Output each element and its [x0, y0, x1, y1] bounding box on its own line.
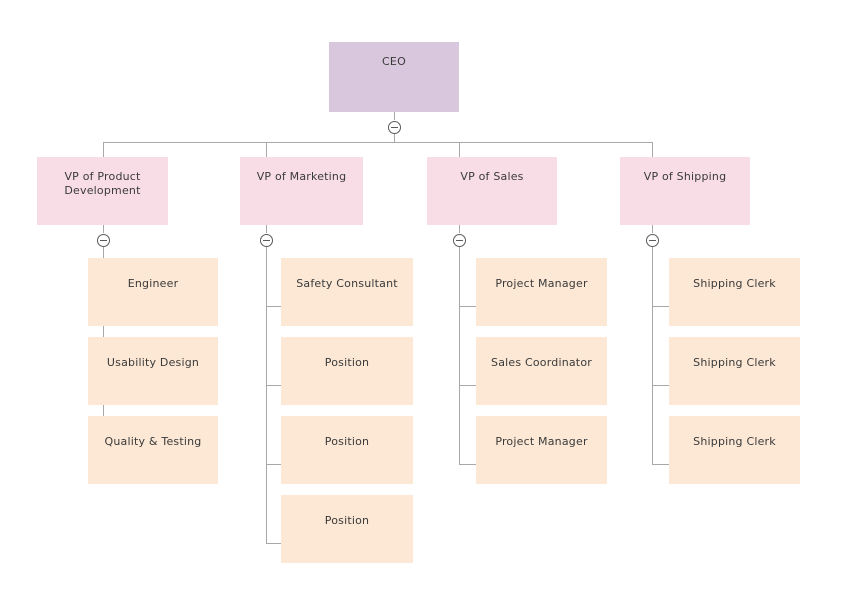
child-stub-3-1 [652, 385, 669, 386]
vp-drop-line-2 [459, 142, 460, 157]
node-position-1-3[interactable]: Position [281, 495, 413, 563]
node-position-3-0-label: Shipping Clerk [693, 277, 776, 290]
collapse-minus-icon-vp-1[interactable] [259, 233, 273, 247]
node-position-3-0[interactable]: Shipping Clerk [669, 258, 800, 326]
child-stub-1-2 [266, 464, 281, 465]
node-vp-3[interactable]: VP of Shipping [620, 157, 750, 225]
collapse-minus-icon-vp-2[interactable] [452, 233, 466, 247]
child-stub-3-0 [652, 306, 669, 307]
child-stub-2-1 [459, 385, 476, 386]
ceo-stem-lower [394, 134, 395, 142]
vp-drop-line-1 [266, 142, 267, 157]
node-vp-0[interactable]: VP of Product Development [37, 157, 168, 225]
vp-stem-upper-1 [266, 225, 267, 233]
node-vp-0-label: VP of Product Development [64, 170, 141, 197]
node-position-0-1-label: Usability Design [106, 356, 200, 369]
child-stub-2-2 [459, 464, 476, 465]
node-position-3-1-label: Shipping Clerk [693, 356, 776, 369]
child-stub-2-0 [459, 306, 476, 307]
node-vp-3-label: VP of Shipping [643, 170, 727, 183]
node-vp-2[interactable]: VP of Sales [427, 157, 557, 225]
collapse-minus-icon-vp-3[interactable] [645, 233, 659, 247]
collapse-minus-icon-ceo[interactable] [387, 120, 401, 134]
vp-stem-upper-3 [652, 225, 653, 233]
collapse-minus-icon-vp-0[interactable] [96, 233, 110, 247]
vp-stem-upper-2 [459, 225, 460, 233]
child-stub-1-0 [266, 306, 281, 307]
node-position-0-0[interactable]: Engineer [88, 258, 218, 326]
child-stub-1-1 [266, 385, 281, 386]
node-vp-2-label: VP of Sales [460, 170, 524, 183]
node-position-1-2-label: Position [324, 435, 370, 448]
node-ceo[interactable]: CEO [329, 42, 459, 112]
node-position-1-1-label: Position [324, 356, 370, 369]
node-position-0-2-label: Quality & Testing [104, 435, 202, 448]
node-position-2-1[interactable]: Sales Coordinator [476, 337, 607, 405]
node-position-3-1[interactable]: Shipping Clerk [669, 337, 800, 405]
node-position-2-2-label: Project Manager [495, 435, 588, 448]
child-spine-3 [652, 247, 653, 464]
node-position-0-0-label: Engineer [127, 277, 179, 290]
node-position-1-0-label: Safety Consultant [296, 277, 398, 290]
vp-drop-line-3 [652, 142, 653, 157]
child-spine-1 [266, 247, 267, 543]
vp-drop-line-0 [103, 142, 104, 157]
node-position-3-2[interactable]: Shipping Clerk [669, 416, 800, 484]
node-position-1-0[interactable]: Safety Consultant [281, 258, 413, 326]
node-position-1-1[interactable]: Position [281, 337, 413, 405]
node-position-2-0[interactable]: Project Manager [476, 258, 607, 326]
node-position-3-2-label: Shipping Clerk [693, 435, 776, 448]
child-stub-1-3 [266, 543, 281, 544]
ceo-stem-upper [394, 112, 395, 120]
node-position-2-2[interactable]: Project Manager [476, 416, 607, 484]
node-vp-1[interactable]: VP of Marketing [240, 157, 363, 225]
node-position-1-2[interactable]: Position [281, 416, 413, 484]
child-spine-2 [459, 247, 460, 464]
node-position-0-1[interactable]: Usability Design [88, 337, 218, 405]
node-vp-1-label: VP of Marketing [256, 170, 347, 183]
vp-stem-upper-0 [103, 225, 104, 233]
node-ceo-label: CEO [382, 55, 406, 68]
org-chart-canvas: CEO VP of Product Development Engineer Usab… [0, 0, 842, 614]
node-position-2-0-label: Project Manager [495, 277, 588, 290]
node-position-2-1-label: Sales Coordinator [491, 356, 592, 369]
node-position-1-3-label: Position [324, 514, 370, 527]
child-stub-3-2 [652, 464, 669, 465]
node-position-0-2[interactable]: Quality & Testing [88, 416, 218, 484]
vp-connector-bus [103, 142, 652, 143]
